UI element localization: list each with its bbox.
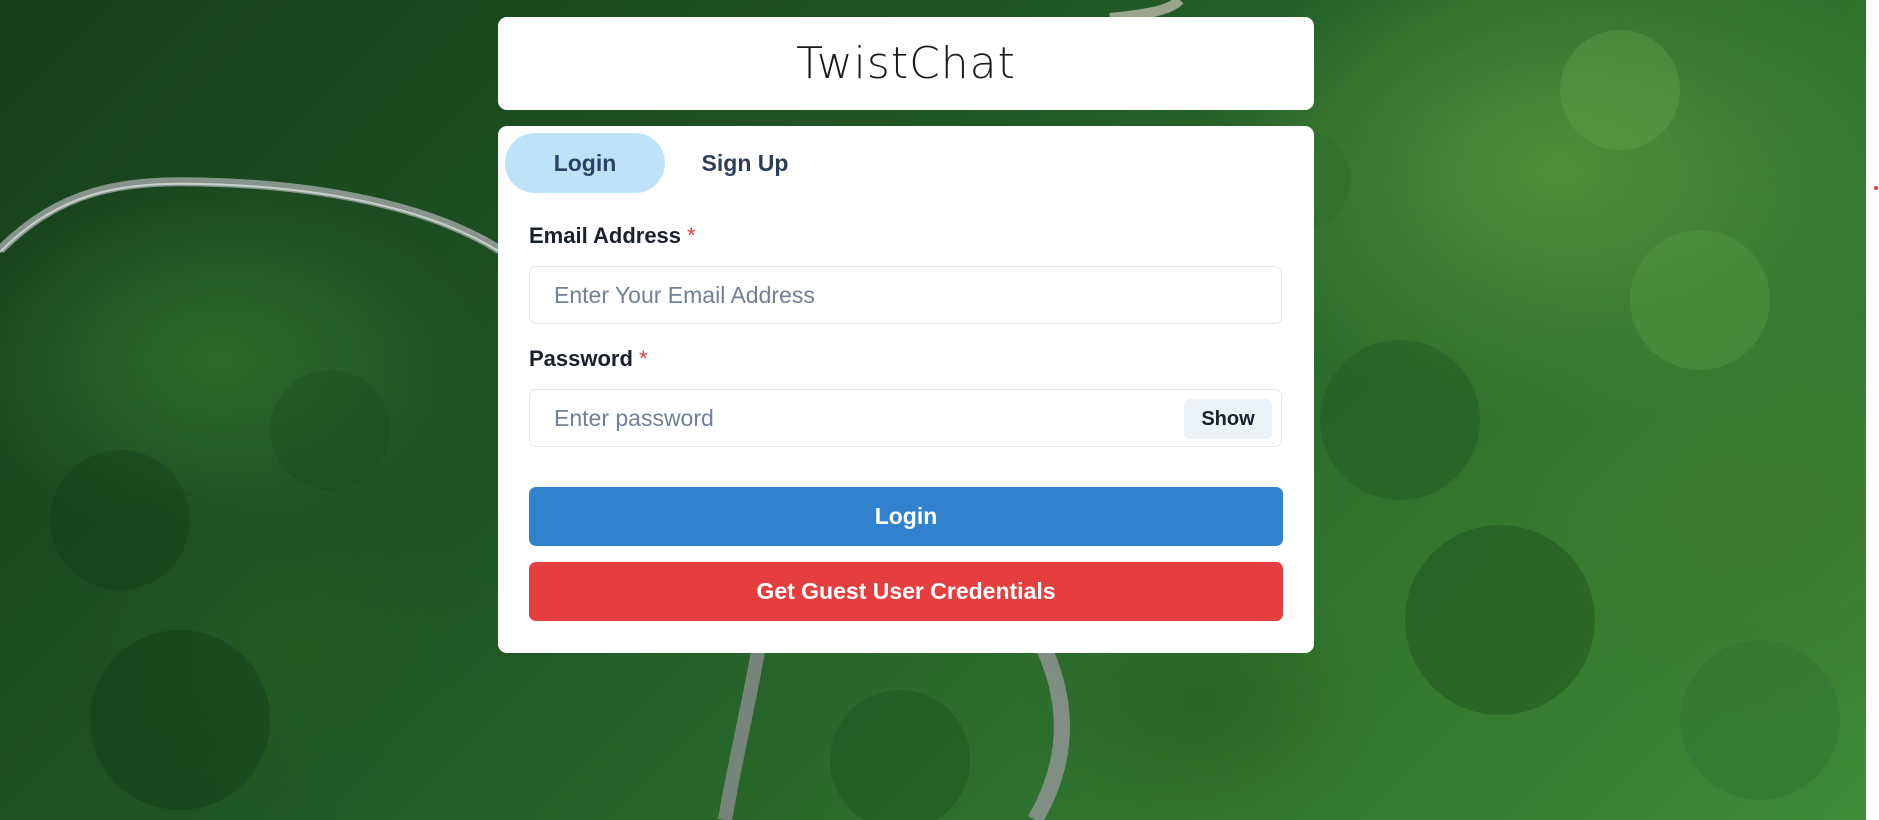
email-field-wrapper — [529, 266, 1282, 324]
app-title: TwistChat — [796, 38, 1016, 89]
password-field[interactable] — [530, 390, 1281, 446]
email-label: Email Address * — [529, 223, 696, 249]
required-mark: * — [638, 346, 648, 371]
required-mark: * — [687, 223, 696, 248]
tab-sign-up[interactable]: Sign Up — [665, 133, 825, 193]
auth-tabs: Login Sign Up — [505, 133, 825, 193]
password-label: Password * — [529, 346, 648, 372]
tab-login[interactable]: Login — [505, 133, 665, 193]
guest-credentials-button[interactable]: Get Guest User Credentials — [529, 562, 1283, 621]
login-button[interactable]: Login — [529, 487, 1283, 546]
email-label-text: Email Address — [529, 223, 682, 248]
password-label-text: Password — [529, 346, 633, 371]
email-field[interactable] — [530, 267, 1281, 323]
show-password-button[interactable]: Show — [1184, 399, 1272, 439]
cursor-dot — [1874, 186, 1878, 190]
window-edge-strip — [1866, 0, 1879, 820]
password-field-wrapper: Show — [529, 389, 1282, 447]
app-header-card: TwistChat — [498, 17, 1314, 110]
auth-card: Login Sign Up Email Address* Password* S… — [498, 126, 1314, 653]
